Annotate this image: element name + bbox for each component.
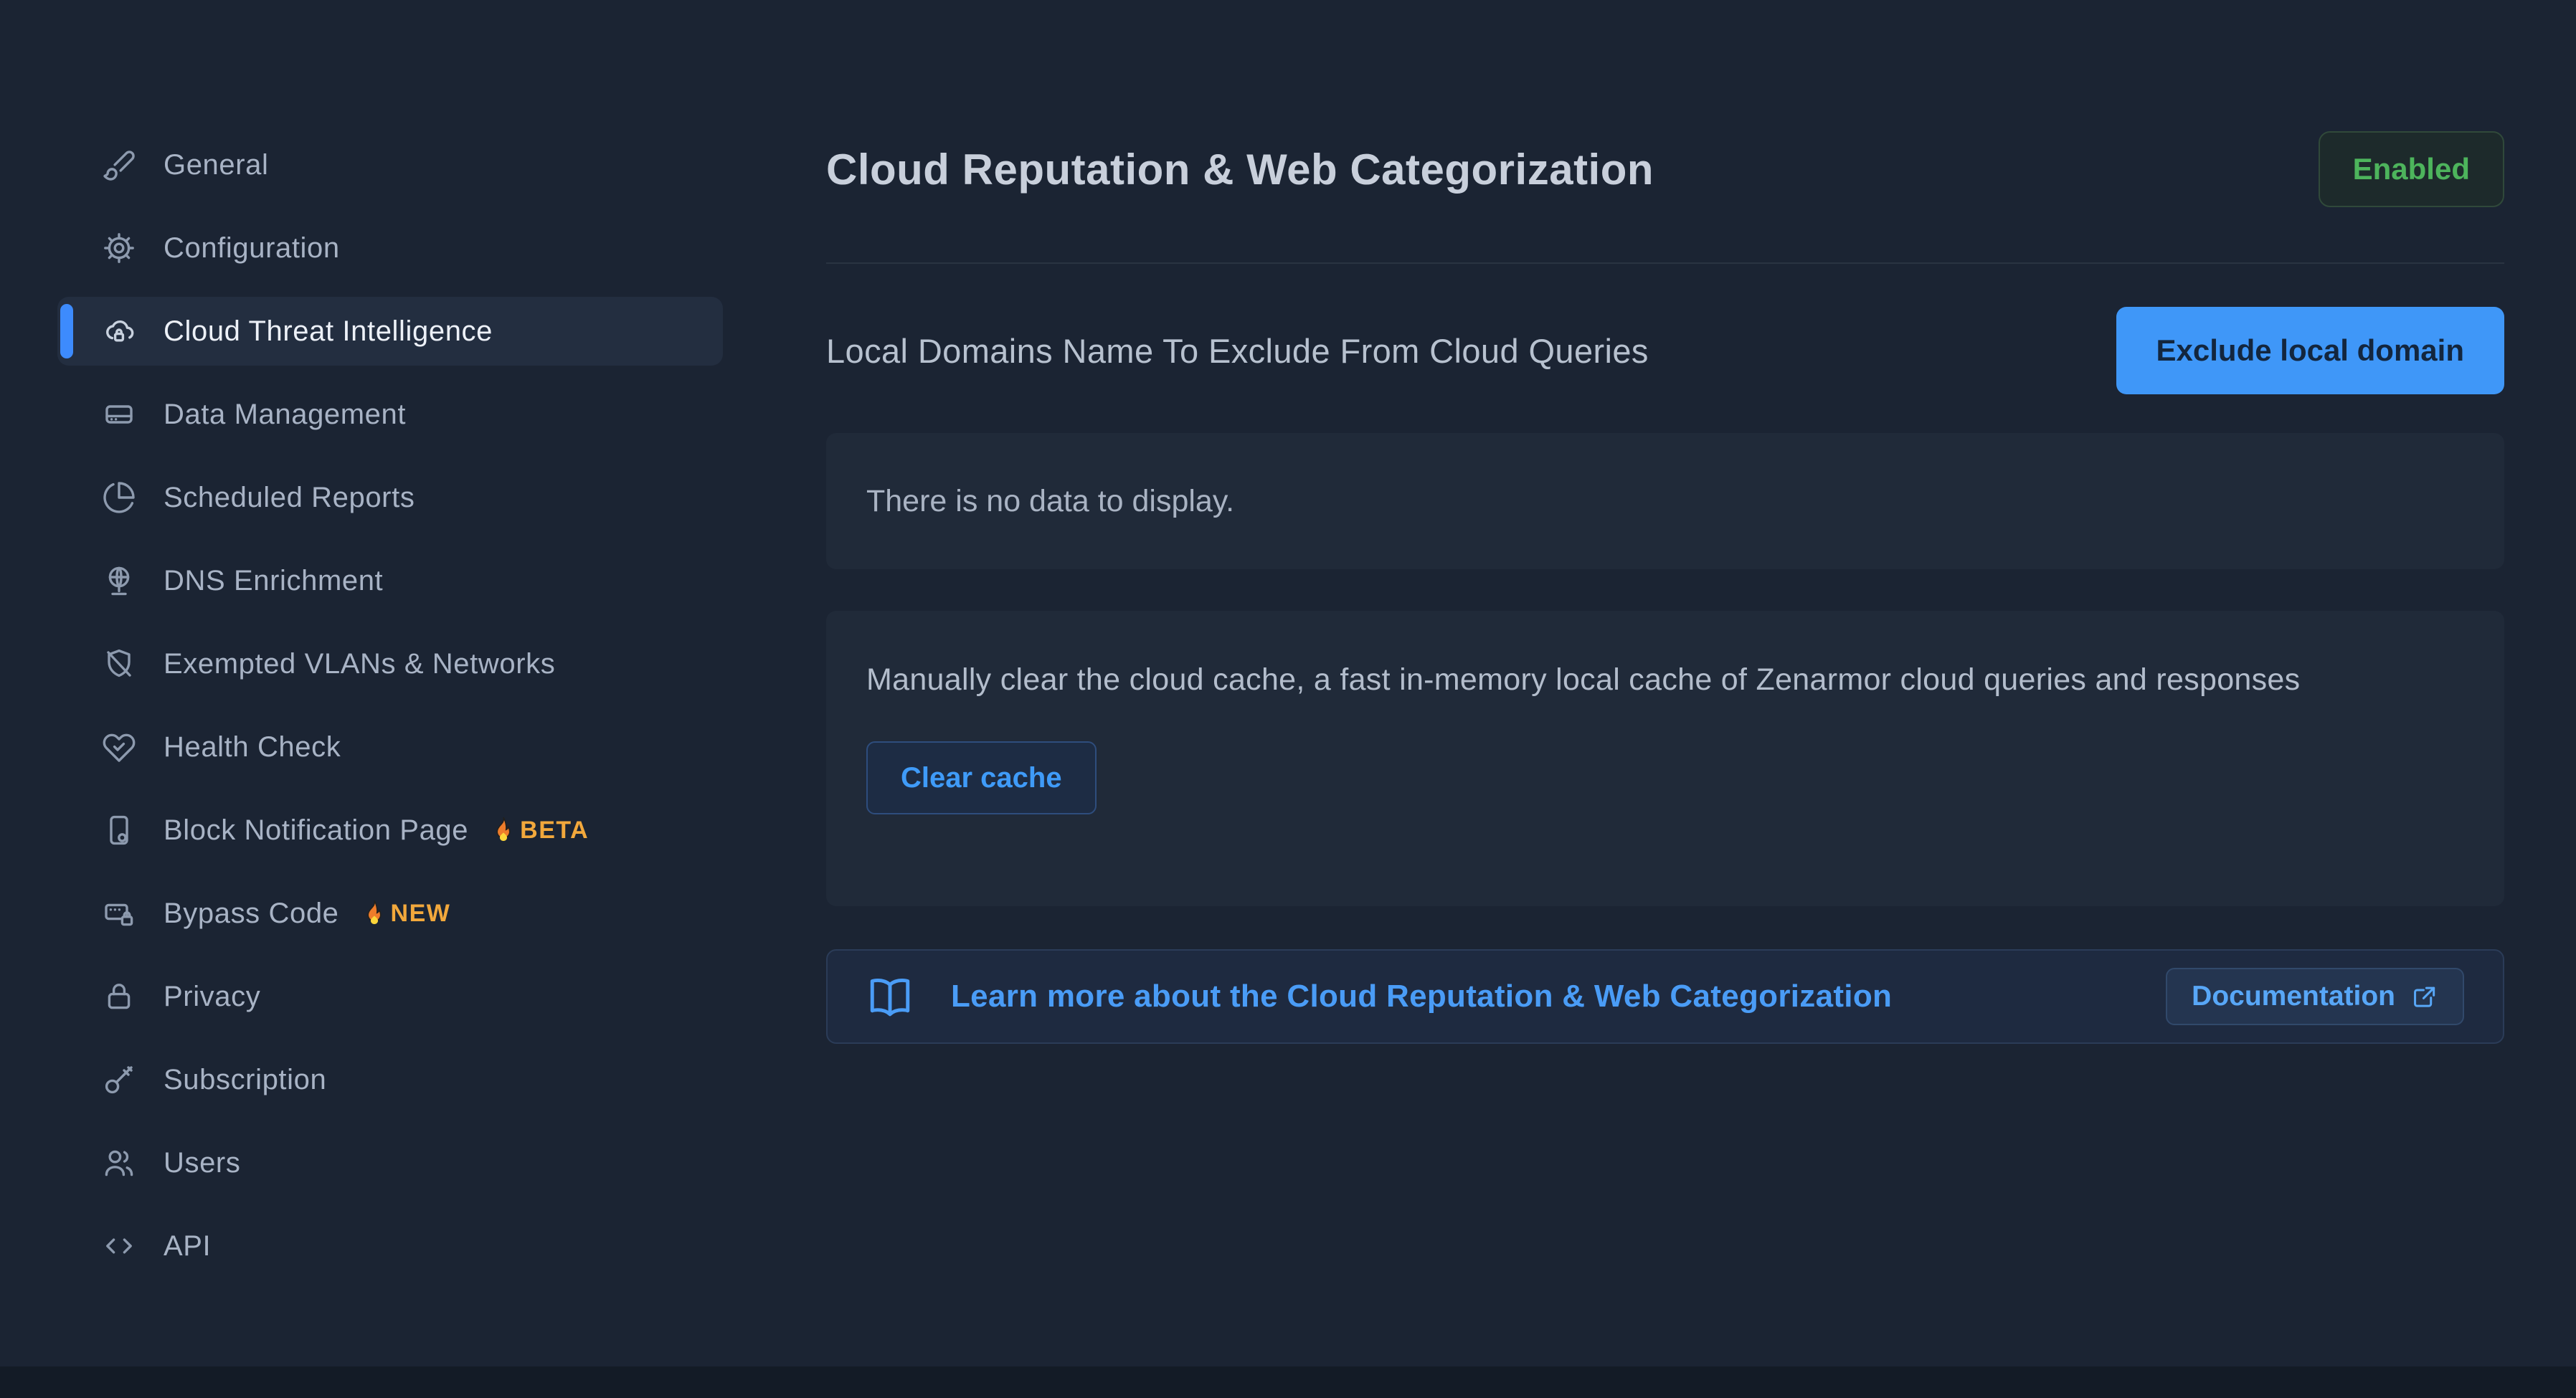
- sidebar-item-data-management[interactable]: Data Management: [57, 380, 723, 449]
- sidebar-item-bypass-code[interactable]: Bypass Code NEW: [57, 879, 723, 948]
- fire-icon: [366, 900, 382, 925]
- fire-icon: [496, 817, 511, 842]
- device-shield-icon: [110, 815, 128, 845]
- paintbrush-icon: [103, 151, 135, 181]
- beta-badge: BETA: [488, 815, 589, 845]
- sidebar-item-label: General: [164, 148, 269, 181]
- sidebar-item-scheduled-reports[interactable]: Scheduled Reports: [57, 463, 723, 532]
- sidebar-item-label: Users: [164, 1146, 241, 1179]
- lock-icon: [108, 984, 131, 1009]
- sidebar-item-api[interactable]: API: [57, 1212, 723, 1280]
- page-header: Cloud Reputation & Web Categorization En…: [826, 129, 2504, 209]
- heart-check-icon: [103, 733, 136, 762]
- page-title: Cloud Reputation & Web Categorization: [826, 145, 1654, 194]
- empty-message: There is no data to display.: [866, 483, 1235, 518]
- sidebar-item-privacy[interactable]: Privacy: [57, 962, 723, 1031]
- sidebar-item-label: API: [164, 1230, 212, 1262]
- documentation-button[interactable]: Documentation: [2166, 968, 2464, 1025]
- shield-off-icon: [107, 649, 131, 677]
- cloud-cache-panel: Manually clear the cloud cache, a fast i…: [826, 611, 2504, 906]
- sidebar-item-label: Block Notification Page: [164, 814, 469, 846]
- sidebar-item-label: Privacy: [164, 980, 261, 1012]
- exclude-local-domain-button[interactable]: Exclude local domain: [2116, 307, 2504, 394]
- sidebar-item-label: Data Management: [164, 398, 407, 430]
- sidebar-item-label: Bypass Code: [164, 897, 339, 929]
- open-book-icon: [870, 978, 910, 1017]
- local-domains-heading: Local Domains Name To Exclude From Cloud…: [826, 331, 1649, 370]
- sidebar-item-label: DNS Enrichment: [164, 564, 384, 596]
- sidebar-item-label: Configuration: [164, 232, 340, 264]
- main-content: Cloud Reputation & Web Categorization En…: [826, 0, 2504, 1398]
- badge-text: NEW: [390, 899, 451, 927]
- code-icon: [106, 1238, 132, 1254]
- header-divider: [826, 262, 2504, 264]
- key-icon: [105, 1066, 133, 1094]
- gear-icon: [104, 233, 134, 263]
- clear-cache-button[interactable]: Clear cache: [866, 741, 1097, 814]
- sidebar-item-label: Health Check: [164, 731, 341, 763]
- sidebar-item-general[interactable]: General: [57, 130, 723, 199]
- local-domains-empty-panel: There is no data to display.: [826, 433, 2504, 569]
- cloud-lock-icon: [106, 320, 134, 342]
- sidebar-item-cloud-threat-intelligence[interactable]: Cloud Threat Intelligence: [57, 297, 723, 366]
- sidebar-item-configuration[interactable]: Configuration: [57, 214, 723, 282]
- sidebar-item-block-notification-page[interactable]: Block Notification Page BETA: [57, 796, 723, 865]
- sidebar-item-health-check[interactable]: Health Check: [57, 713, 723, 781]
- active-indicator: [60, 304, 73, 358]
- globe-icon: [108, 566, 130, 596]
- sidebar-item-users[interactable]: Users: [57, 1128, 723, 1197]
- settings-sidebar: General Configuration Cloud Threat Intel…: [57, 130, 723, 1295]
- users-icon: [105, 1150, 133, 1176]
- sidebar-item-label: Exempted VLANs & Networks: [164, 647, 556, 680]
- bottom-strip: [0, 1366, 2576, 1398]
- hard-drive-icon: [105, 405, 133, 424]
- learn-more-text: Learn more about the Cloud Reputation & …: [951, 979, 1893, 1014]
- badge-text: BETA: [520, 816, 589, 844]
- new-badge: NEW: [359, 898, 451, 928]
- cache-description: Manually clear the cloud cache, a fast i…: [866, 662, 2301, 697]
- sidebar-item-label: Subscription: [164, 1063, 327, 1095]
- documentation-panel: Learn more about the Cloud Reputation & …: [826, 949, 2504, 1044]
- sidebar-item-exempted-vlans-networks[interactable]: Exempted VLANs & Networks: [57, 629, 723, 698]
- local-domains-section: Local Domains Name To Exclude From Cloud…: [826, 307, 2504, 394]
- external-link-icon: [2414, 986, 2435, 1007]
- sidebar-item-dns-enrichment[interactable]: DNS Enrichment: [57, 546, 723, 615]
- pie-chart-icon: [103, 482, 135, 513]
- card-lock-icon: [105, 903, 133, 926]
- status-badge: Enabled: [2318, 131, 2504, 207]
- documentation-button-label: Documentation: [2192, 981, 2395, 1012]
- sidebar-item-subscription[interactable]: Subscription: [57, 1045, 723, 1114]
- sidebar-item-label: Cloud Threat Intelligence: [164, 315, 493, 347]
- sidebar-item-label: Scheduled Reports: [164, 481, 415, 513]
